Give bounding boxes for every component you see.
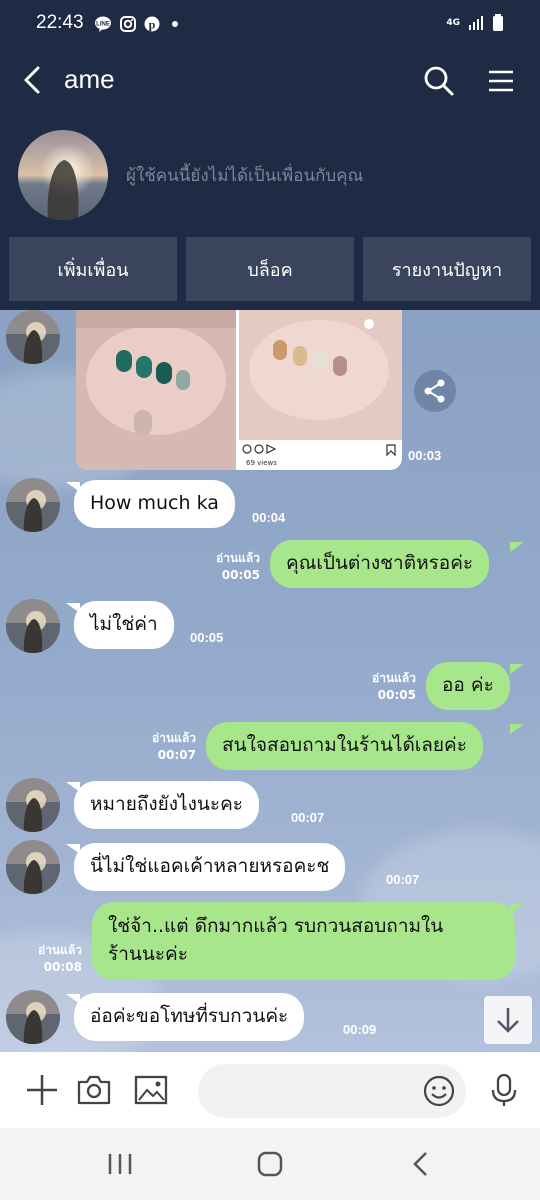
not-friend-notice: ผู้ใช้คนนี้ยังไม่ได้เป็นเพื่อนกับคุณ [126, 166, 364, 186]
incoming-message[interactable]: How much ka [74, 480, 235, 528]
camera-icon [77, 1075, 111, 1105]
read-label: อ่านแล้ว [38, 943, 82, 957]
menu-button[interactable] [486, 66, 516, 96]
read-label: อ่านแล้ว [216, 551, 260, 565]
message-line: ใช่จ้า..แต่ ดึกมากแล้ว รบกวนสอบถามใน [108, 915, 444, 938]
read-receipt: อ่านแล้ว 00:05 [200, 550, 260, 584]
sender-avatar[interactable] [6, 599, 60, 653]
incoming-message[interactable]: นี่ไม่ใช่แอคเค้าหลายหรอคะช [74, 843, 346, 891]
report-button[interactable]: รายงานปัญหา [363, 237, 531, 301]
outgoing-message[interactable]: คุณเป็นต่างชาติหรอค่ะ [270, 540, 490, 588]
outgoing-message[interactable]: สนใจสอบถามในร้านได้เลยค่ะ [206, 722, 483, 770]
instagram-icon [120, 16, 136, 32]
arrow-down-icon [497, 1008, 519, 1033]
read-label: อ่านแล้ว [372, 671, 416, 685]
chat-area[interactable]: 69 views 00:03 How much ka 00:04 อ่านแล้… [0, 310, 540, 1052]
message-time: 00:03 [408, 448, 442, 463]
recent-apps-icon [108, 1154, 132, 1174]
message-time: 00:09 [343, 1022, 377, 1037]
message-line: ร้านนะค่ะ [108, 943, 188, 965]
pinterest-icon: p [144, 16, 160, 32]
outgoing-message[interactable]: ออ ค่ะ [426, 662, 510, 710]
sender-avatar[interactable] [6, 310, 60, 364]
share-icon [424, 379, 445, 403]
scroll-to-bottom-button[interactable] [484, 996, 532, 1044]
sender-avatar[interactable] [6, 840, 60, 894]
chevron-left-icon [24, 66, 40, 94]
sender-avatar[interactable] [6, 478, 60, 532]
profile-banner: ผู้ใช้คนนี้ยังไม่ได้เป็นเพื่อนกับคุณ เพิ… [0, 112, 540, 310]
incoming-message[interactable]: ไม่ใช่ค่า [74, 601, 174, 649]
image-icon [134, 1075, 168, 1105]
photo-views-label: 69 views [246, 459, 277, 467]
svg-text:p: p [149, 18, 156, 32]
svg-text:LINE: LINE [96, 22, 110, 28]
message-time: 00:05 [190, 630, 224, 645]
nail-photo-right [239, 310, 402, 470]
microphone-icon [491, 1073, 517, 1106]
message-time: 00:05 [221, 568, 260, 582]
status-time: 22:43 [36, 12, 84, 33]
read-receipt: อ่านแล้ว 00:07 [136, 730, 196, 764]
bubble-tail [510, 724, 524, 734]
message-input-bar [0, 1052, 540, 1128]
status-bar: 22:43 LINE p 4G [0, 0, 540, 48]
sender-avatar[interactable] [6, 778, 60, 832]
home-button[interactable] [254, 1148, 286, 1180]
message-time: 00:07 [386, 872, 420, 887]
chat-title: ame [64, 64, 115, 94]
battery-icon [493, 14, 503, 31]
bubble-tail [510, 904, 524, 914]
message-time: 00:08 [43, 960, 82, 974]
back-button[interactable] [18, 62, 50, 98]
read-label: อ่านแล้ว [152, 731, 196, 745]
line-icon: LINE [95, 16, 111, 32]
incoming-message[interactable]: อ่อค่ะขอโทษที่รบกวนค่ะ [74, 993, 305, 1041]
add-friend-button[interactable]: เพิ่มเพื่อน [9, 237, 177, 301]
hamburger-menu-icon [489, 70, 513, 92]
notification-icons: LINE p [94, 16, 182, 32]
profile-avatar[interactable] [18, 130, 108, 220]
incoming-message[interactable]: หมายถึงยังไงนะคะ [74, 781, 259, 829]
sender-avatar[interactable] [6, 990, 60, 1044]
outgoing-message[interactable]: ใช่จ้า..แต่ ดึกมากแล้ว รบกวนสอบถามใน ร้า… [92, 902, 515, 980]
emoji-button[interactable] [422, 1074, 456, 1108]
message-time: 00:07 [291, 810, 325, 825]
bubble-tail [510, 664, 524, 674]
search-button[interactable] [422, 64, 456, 98]
signal-icon [469, 16, 483, 30]
message-time: 00:05 [377, 688, 416, 702]
voice-button[interactable] [486, 1072, 522, 1108]
chevron-left-icon [413, 1152, 427, 1176]
search-icon [424, 66, 454, 96]
camera-button[interactable] [76, 1072, 112, 1108]
system-nav-bar [0, 1128, 540, 1200]
smiley-icon [423, 1075, 455, 1107]
read-receipt: อ่านแล้ว 00:05 [356, 670, 416, 704]
dot-icon [172, 21, 178, 27]
plus-icon [27, 1075, 57, 1105]
network-label: 4G [446, 17, 460, 28]
home-icon [257, 1151, 283, 1177]
system-back-button[interactable] [406, 1148, 438, 1180]
gallery-button[interactable] [133, 1072, 169, 1108]
add-button[interactable] [24, 1072, 60, 1108]
system-indicators: 4G [446, 14, 504, 32]
block-button[interactable]: บล็อค [186, 237, 354, 301]
bubble-tail [510, 542, 524, 552]
nail-photo-left [76, 310, 236, 470]
recent-apps-button[interactable] [104, 1148, 136, 1180]
shared-photo[interactable] [76, 310, 402, 470]
message-time: 00:07 [157, 748, 196, 762]
message-time: 00:04 [252, 510, 286, 525]
read-receipt: อ่านแล้ว 00:08 [22, 942, 82, 976]
share-button[interactable] [414, 370, 456, 412]
chat-header: ame [0, 48, 540, 112]
